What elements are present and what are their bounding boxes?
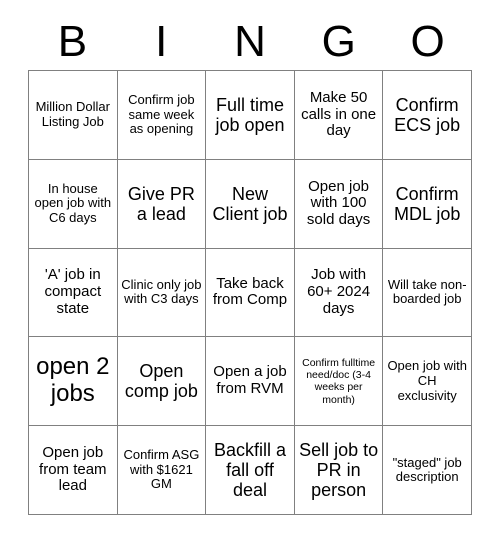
bingo-cell[interactable]: Make 50 calls in one day xyxy=(294,71,384,160)
bingo-header-letter-b: B xyxy=(57,17,88,66)
bingo-cell[interactable]: Give PR a lead xyxy=(117,159,207,249)
bingo-cell[interactable]: New Client job xyxy=(206,159,295,249)
bingo-cell-text: Give PR a lead xyxy=(127,183,195,224)
bingo-cell-text: Open job from team lead xyxy=(39,443,107,495)
bingo-cell[interactable]: 'A' job in compact state xyxy=(29,248,118,338)
bingo-cell[interactable]: Confirm ASG with $1621 GM xyxy=(117,426,207,515)
bingo-cell[interactable]: In house open job with C6 days xyxy=(29,159,118,249)
bingo-cell-text: Sell job to PR in person xyxy=(299,439,379,501)
bingo-cell-text: Confirm ASG with $1621 GM xyxy=(123,447,200,492)
bingo-cell-text: "staged" job description xyxy=(392,454,462,485)
bingo-cell[interactable]: Job with 60+ 2024 days xyxy=(294,248,384,338)
bingo-cell-text: Confirm ECS job xyxy=(394,94,461,135)
bingo-cell[interactable]: Confirm ECS job xyxy=(383,71,472,160)
bingo-cell[interactable]: Backfill a fall off deal xyxy=(206,426,295,515)
bingo-cell-text: open 2 jobs xyxy=(36,353,110,408)
bingo-cell[interactable]: Million Dollar Listing Job xyxy=(29,71,118,160)
bingo-cell-text: New Client job xyxy=(212,183,288,224)
bingo-header-letter-g: G xyxy=(321,17,356,66)
bingo-cell[interactable]: Confirm MDL job xyxy=(383,159,472,249)
bingo-cell-text: Take back from Comp xyxy=(212,274,288,309)
bingo-cell[interactable]: Take back from Comp xyxy=(206,248,295,338)
bingo-cell[interactable]: Open comp job xyxy=(117,337,207,427)
bingo-cell-text: Open job with CH exclusivity xyxy=(387,358,467,403)
bingo-cell-text: Backfill a fall off deal xyxy=(213,439,286,501)
bingo-cell[interactable]: open 2 jobs xyxy=(29,337,118,427)
bingo-header-letter-i: I xyxy=(155,17,168,66)
bingo-cell[interactable]: Will take non-boarded job xyxy=(383,248,472,338)
bingo-cell-text: Confirm fulltime need/doc (3-4 weeks per… xyxy=(302,356,376,406)
bingo-cell[interactable]: Sell job to PR in person xyxy=(294,426,384,515)
bingo-cell[interactable]: Open job with 100 sold days xyxy=(294,159,384,249)
bingo-header-row: B I N G O xyxy=(28,14,472,70)
bingo-cell-text: Clinic only job with C3 days xyxy=(121,276,202,307)
bingo-cell[interactable]: Open job from team lead xyxy=(29,426,118,515)
bingo-cell-text: Open comp job xyxy=(124,361,198,402)
bingo-cell-text: Full time job open xyxy=(215,94,285,135)
bingo-cell[interactable]: Full time job open xyxy=(206,71,295,160)
bingo-grid: Million Dollar Listing Job Confirm job s… xyxy=(28,70,472,515)
bingo-cell-text: Open a job from RVM xyxy=(213,363,287,398)
bingo-cell-text: Make 50 calls in one day xyxy=(301,88,377,140)
bingo-card: B I N G O Million Dollar Listing Job Con… xyxy=(0,0,500,544)
bingo-cell-text: Job with 60+ 2024 days xyxy=(307,266,371,317)
bingo-header-letter-n: N xyxy=(234,17,266,66)
bingo-cell-text: 'A' job in compact state xyxy=(44,266,102,317)
bingo-cell[interactable]: "staged" job description xyxy=(383,426,472,515)
bingo-cell-text: In house open job with C6 days xyxy=(34,180,112,225)
bingo-cell-text: Confirm MDL job xyxy=(394,183,461,224)
bingo-cell[interactable]: Confirm fulltime need/doc (3-4 weeks per… xyxy=(294,337,384,427)
bingo-cell[interactable]: Confirm job same week as opening xyxy=(117,71,207,160)
bingo-cell[interactable]: Open job with CH exclusivity xyxy=(383,337,472,427)
bingo-cell[interactable]: Clinic only job with C3 days xyxy=(117,248,207,338)
bingo-cell-text: Will take non-boarded job xyxy=(387,276,467,307)
bingo-cell-text: Open job with 100 sold days xyxy=(306,177,371,229)
bingo-cell-text: Million Dollar Listing Job xyxy=(35,99,110,129)
bingo-cell[interactable]: Open a job from RVM xyxy=(206,337,295,427)
bingo-cell-text: Confirm job same week as opening xyxy=(128,92,195,137)
bingo-header-letter-o: O xyxy=(410,17,445,66)
